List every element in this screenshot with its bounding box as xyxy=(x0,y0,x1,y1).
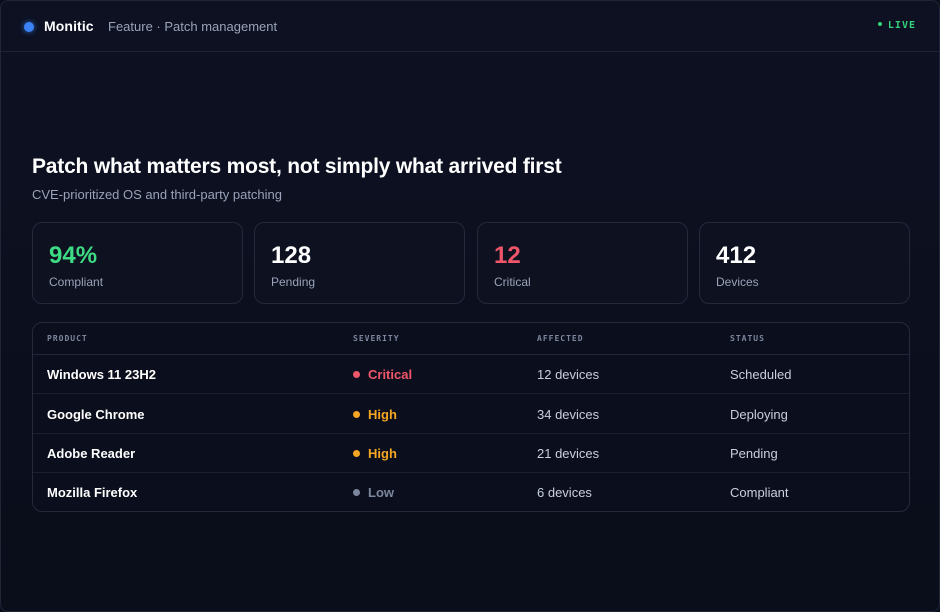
column-header-product[interactable]: PRODUCT xyxy=(47,334,88,343)
brand-name[interactable]: Monitic xyxy=(44,18,94,34)
severity-label: Critical xyxy=(368,367,413,382)
stat-label: Pending xyxy=(271,275,316,289)
severity-badge: High xyxy=(353,446,397,461)
affected-count: 12 devices xyxy=(537,367,600,382)
severity-label: High xyxy=(368,446,397,461)
severity-label: Low xyxy=(368,485,394,500)
affected-count: 21 devices xyxy=(537,446,600,461)
affected-count: 6 devices xyxy=(537,485,592,500)
column-header-affected[interactable]: AFFECTED xyxy=(537,334,584,343)
live-dot-icon xyxy=(877,22,882,26)
live-label: LIVE xyxy=(887,20,916,31)
affected-count: 34 devices xyxy=(537,407,600,422)
column-header-status[interactable]: STATUS xyxy=(730,334,765,343)
product-name: Google Chrome xyxy=(47,407,145,422)
table-row[interactable]: Adobe Reader High 21 devices Pending xyxy=(33,434,909,473)
patch-status: Compliant xyxy=(730,485,789,500)
stat-card-pending: 128 Pending xyxy=(254,222,465,304)
brand-logo-icon xyxy=(24,22,34,32)
stat-value: 94% xyxy=(49,242,98,269)
product-name: Mozilla Firefox xyxy=(47,485,138,500)
severity-label: High xyxy=(368,407,397,422)
app-window: Monitic Feature · Patch management LIVE … xyxy=(0,0,940,612)
patch-status: Scheduled xyxy=(730,367,792,382)
patch-status: Pending xyxy=(730,446,778,461)
patch-status: Deploying xyxy=(730,407,788,422)
severity-dot-icon xyxy=(353,450,360,458)
stats-row: 94% Compliant 128 Pending 12 Critical 41… xyxy=(32,222,910,304)
stat-value: 12 xyxy=(494,242,521,269)
stat-label: Compliant xyxy=(49,275,104,289)
page-subtitle: CVE-prioritized OS and third-party patch… xyxy=(32,187,283,202)
stat-value: 128 xyxy=(271,242,312,269)
patch-table: PRODUCT SEVERITY AFFECTED STATUS Windows… xyxy=(32,322,910,512)
severity-dot-icon xyxy=(353,371,360,379)
stat-card-critical: 12 Critical xyxy=(477,222,688,304)
stat-label: Critical xyxy=(494,275,531,289)
table-header: PRODUCT SEVERITY AFFECTED STATUS xyxy=(33,323,909,355)
table-row[interactable]: Windows 11 23H2 Critical 12 devices Sche… xyxy=(33,355,909,394)
stat-value: 412 xyxy=(716,242,757,269)
breadcrumb: Feature · Patch management xyxy=(108,19,278,34)
severity-badge: Low xyxy=(353,485,394,500)
column-header-severity[interactable]: SEVERITY xyxy=(353,334,400,343)
stat-card-compliant: 94% Compliant xyxy=(32,222,243,304)
severity-dot-icon xyxy=(353,489,360,497)
page-title: Patch what matters most, not simply what… xyxy=(32,155,562,178)
table-row[interactable]: Mozilla Firefox Low 6 devices Compliant xyxy=(33,473,909,511)
product-name: Windows 11 23H2 xyxy=(47,367,156,382)
severity-badge: High xyxy=(353,407,397,422)
severity-dot-icon xyxy=(353,411,360,419)
top-bar: Monitic Feature · Patch management LIVE xyxy=(1,1,939,52)
stat-card-devices: 412 Devices xyxy=(699,222,910,304)
stat-label: Devices xyxy=(716,275,759,289)
live-indicator: LIVE xyxy=(877,20,916,31)
severity-badge: Critical xyxy=(353,367,412,382)
product-name: Adobe Reader xyxy=(47,446,136,461)
table-row[interactable]: Google Chrome High 34 devices Deploying xyxy=(33,395,909,434)
